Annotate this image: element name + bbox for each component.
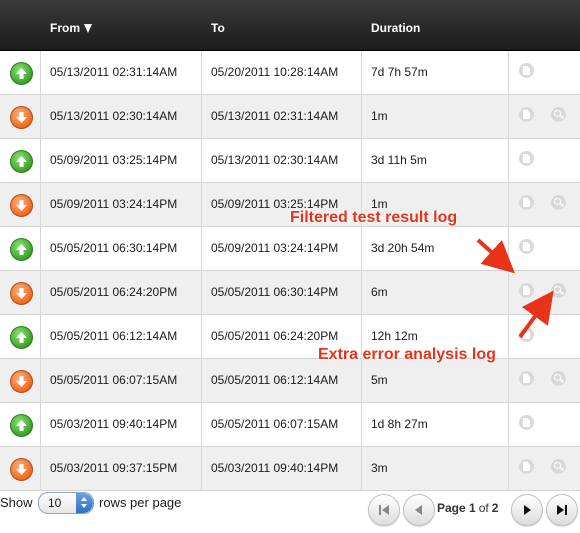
arrow-to-log-icon <box>476 238 515 274</box>
current-page: 1 <box>469 501 476 515</box>
first-page-button[interactable] <box>368 494 400 526</box>
skip-last-icon <box>557 505 567 515</box>
prev-icon <box>415 505 422 515</box>
rows-per-page-label: rows per page <box>99 495 182 510</box>
page-of: of <box>478 501 489 515</box>
select-stepper-icon <box>76 493 93 513</box>
rows-per-page-value: 10 <box>48 496 62 510</box>
prev-page-button[interactable] <box>403 494 435 526</box>
annotation-error-log: Extra error analysis log <box>318 346 496 363</box>
annotation-arrows <box>476 238 554 339</box>
page-prefix: Page <box>437 501 466 515</box>
total-pages: 2 <box>491 501 499 515</box>
page-indicator: Page 1 of 2 <box>437 501 498 515</box>
rows-per-page-select[interactable]: 10 <box>38 492 94 514</box>
pagination-footer: Show 10 rows per page Page 1 of 2 <box>0 488 580 533</box>
annotation-filtered-log: Filtered test result log <box>290 209 458 226</box>
skip-first-icon <box>379 505 389 515</box>
show-label: Show <box>0 495 33 510</box>
arrow-to-analysis-icon <box>518 290 554 339</box>
next-page-button[interactable] <box>511 494 543 526</box>
last-page-button[interactable] <box>546 494 578 526</box>
next-icon <box>524 505 531 515</box>
